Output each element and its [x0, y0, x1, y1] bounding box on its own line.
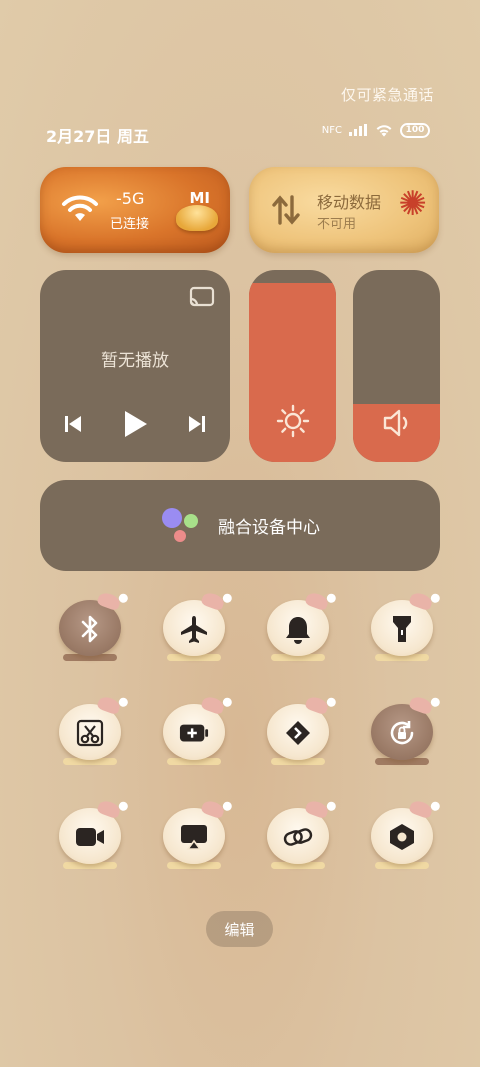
date-label: 2月27日 周五 [46, 127, 149, 146]
toggle-link[interactable] [248, 798, 348, 870]
firework-decoration: ✺ [398, 184, 428, 224]
previous-track-icon[interactable] [62, 413, 84, 435]
wifi-status: 已连接 [110, 217, 150, 232]
emergency-call-text: 仅可紧急通话 [340, 86, 434, 104]
sun-icon [276, 404, 309, 438]
toggle-rotation-lock[interactable] [352, 694, 452, 766]
wifi-network-name: -5G [116, 189, 145, 208]
wifi-tile[interactable]: -5G 已连接 MI [40, 167, 230, 253]
toggle-bluetooth[interactable] [40, 590, 140, 662]
airplane-icon [179, 614, 209, 644]
media-player-tile[interactable]: 暂无播放 [40, 270, 230, 462]
wifi-icon [62, 195, 98, 221]
edit-button[interactable]: 编辑 [206, 911, 273, 947]
bluetooth-icon [75, 614, 105, 644]
cast-icon[interactable] [188, 286, 216, 308]
toggle-settings[interactable] [352, 798, 452, 870]
mobile-data-label: 移动数据 [317, 193, 382, 212]
toggle-screenshot[interactable] [40, 694, 140, 766]
scissors-icon [75, 718, 105, 748]
toggle-flashlight[interactable] [352, 590, 452, 662]
chevron-cross-icon [283, 718, 313, 748]
toggle-battery-saver[interactable] [144, 694, 244, 766]
mobile-data-tile[interactable]: 移动数据 不可用 ✺ [249, 167, 439, 253]
signal-icon [349, 124, 367, 136]
now-playing-text: 暂无播放 [101, 351, 169, 371]
speaker-icon [383, 409, 407, 437]
hexagon-settings-icon [387, 822, 417, 852]
toggle-airplane[interactable] [144, 590, 244, 662]
toggle-bell[interactable] [248, 590, 348, 662]
video-camera-icon [75, 822, 105, 852]
device-fusion-center[interactable]: 融合设备中心 [40, 480, 440, 571]
toggle-screen-record[interactable] [40, 798, 140, 870]
fusion-dots-icon [160, 507, 204, 544]
volume-slider[interactable] [353, 270, 440, 462]
fusion-label: 融合设备中心 [218, 518, 320, 538]
nfc-icon: NFC [321, 124, 342, 136]
gold-ingot-decoration [176, 205, 218, 231]
bell-icon [283, 614, 313, 644]
flashlight-icon [387, 614, 417, 644]
status-bar-icons: NFC 100 [322, 122, 430, 138]
brightness-slider[interactable] [249, 270, 336, 462]
quick-toggle-grid [40, 590, 440, 870]
toggle-shortcut[interactable] [248, 694, 348, 766]
wifi-status-icon [376, 125, 392, 137]
battery-indicator: 100 [400, 122, 430, 138]
arrows-updown-icon [272, 195, 300, 225]
toggle-cast[interactable] [144, 798, 244, 870]
play-icon[interactable] [120, 408, 150, 440]
screen-cast-icon [179, 822, 209, 852]
link-icon [283, 822, 313, 852]
mobile-data-status: 不可用 [317, 217, 357, 232]
rotation-lock-icon [387, 718, 417, 748]
next-track-icon[interactable] [186, 413, 208, 435]
battery-plus-icon [179, 718, 209, 748]
